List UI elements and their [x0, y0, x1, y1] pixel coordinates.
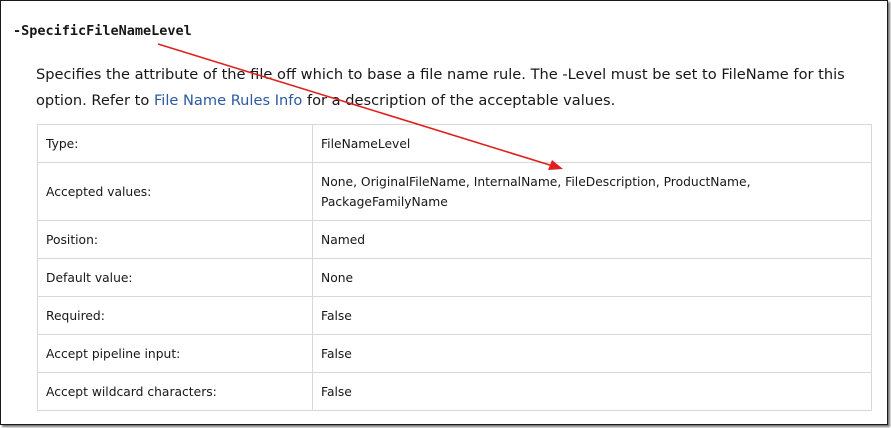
required-label: Required: — [37, 296, 313, 335]
file-name-rules-info-link[interactable]: File Name Rules Info — [154, 92, 302, 109]
table-row-position: Position: Named — [37, 220, 872, 259]
default-value-label: Default value: — [37, 258, 313, 297]
accept-wildcard-characters-label: Accept wildcard characters: — [37, 372, 313, 411]
table-row-default-value: Default value: None — [37, 258, 872, 297]
required-value: False — [312, 296, 872, 335]
table-row-required: Required: False — [37, 296, 872, 335]
table-row-accept-wildcard-characters: Accept wildcard characters: False — [37, 372, 872, 411]
accepted-values-value: None, OriginalFileName, InternalName, Fi… — [312, 162, 872, 221]
parameter-description: Specifies the attribute of the file off … — [36, 62, 882, 114]
accept-wildcard-characters-value: False — [312, 372, 872, 411]
table-row-accepted-values: Accepted values: None, OriginalFileName,… — [37, 162, 872, 221]
default-value-value: None — [312, 258, 872, 297]
accept-pipeline-input-label: Accept pipeline input: — [37, 334, 313, 373]
parameter-properties-table: Type: FileNameLevel Accepted values: Non… — [37, 124, 872, 411]
type-label: Type: — [37, 124, 313, 163]
accept-pipeline-input-value: False — [312, 334, 872, 373]
table-row-accept-pipeline-input: Accept pipeline input: False — [37, 334, 872, 373]
documentation-panel: -SpecificFileNameLevel Specifies the att… — [0, 0, 888, 425]
position-value: Named — [312, 220, 872, 259]
position-label: Position: — [37, 220, 313, 259]
parameter-name: -SpecificFileNameLevel — [13, 23, 192, 39]
table-row-type: Type: FileNameLevel — [37, 124, 872, 163]
accepted-values-label: Accepted values: — [37, 162, 313, 221]
description-text-after-link: for a description of the acceptable valu… — [302, 92, 616, 109]
type-value: FileNameLevel — [312, 124, 872, 163]
